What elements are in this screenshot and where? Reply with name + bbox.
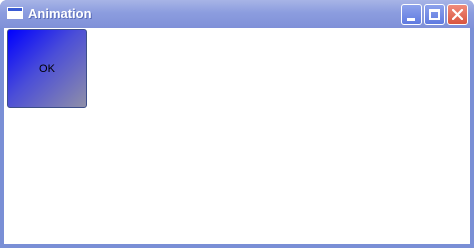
close-icon — [452, 9, 463, 20]
maximize-icon — [429, 9, 440, 20]
app-window: Animation OK — [0, 0, 474, 248]
minimize-button[interactable] — [401, 4, 422, 25]
title-bar[interactable]: Animation — [0, 0, 474, 28]
close-button[interactable] — [447, 4, 468, 25]
window-title: Animation — [28, 6, 92, 21]
maximize-button[interactable] — [424, 4, 445, 25]
minimize-icon — [407, 18, 415, 21]
client-area: OK — [4, 28, 470, 244]
ok-button[interactable]: OK — [7, 29, 87, 108]
window-app-icon — [7, 7, 23, 19]
